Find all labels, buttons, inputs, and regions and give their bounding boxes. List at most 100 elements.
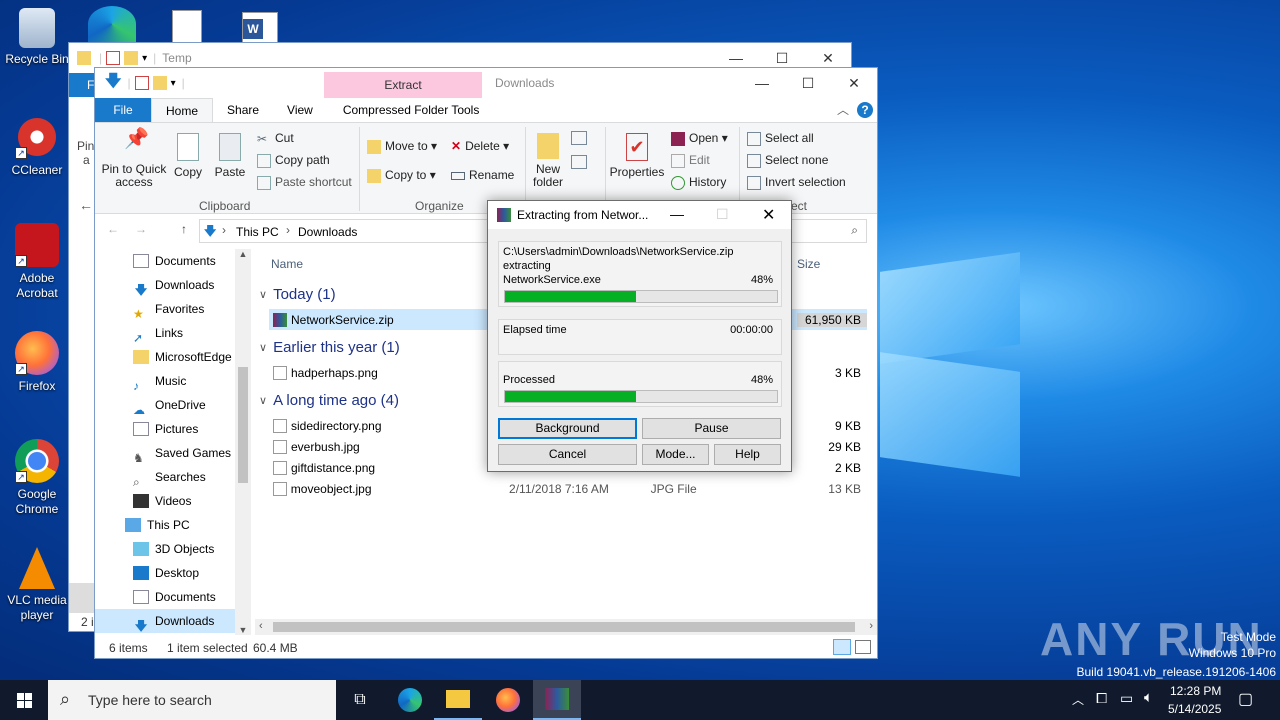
dialog-title-bar[interactable]: Extracting from Networ... — ☐ ✕ xyxy=(488,201,791,229)
start-button[interactable] xyxy=(0,680,48,720)
task-view-button[interactable]: ⧉ xyxy=(336,680,384,720)
minimize-button[interactable]: — xyxy=(670,206,684,222)
scrollbar[interactable] xyxy=(69,583,95,613)
extract-context-tab[interactable]: Extract xyxy=(324,72,482,98)
new-folder-button[interactable]: New folder xyxy=(531,133,565,189)
nav-documents-pc[interactable]: Documents xyxy=(95,585,251,609)
large-icons-view-icon[interactable] xyxy=(855,640,871,654)
nav-links[interactable]: ➚ Links xyxy=(95,321,251,345)
back-arrow-icon[interactable]: ← xyxy=(79,197,93,213)
extraction-dialog[interactable]: Extracting from Networ... — ☐ ✕ C:\Users… xyxy=(487,200,792,472)
edge-taskbar-button[interactable] xyxy=(386,680,434,720)
tab-compressed-folder-tools[interactable]: Compressed Folder Tools xyxy=(329,98,494,122)
firefox-taskbar-button[interactable] xyxy=(484,680,532,720)
scrollbar-thumb[interactable] xyxy=(238,367,248,483)
clock-time[interactable]: 12:28 PM xyxy=(1170,684,1221,698)
pin-to-quick-access-button[interactable]: 📌 Pin to Quick access xyxy=(101,129,167,189)
nav-3d-objects[interactable]: 3D Objects xyxy=(95,537,251,561)
breadcrumb-downloads[interactable]: Downloads xyxy=(298,225,357,239)
desktop-icon-firefox[interactable]: ↗ Firefox xyxy=(2,331,72,394)
maximize-button[interactable]: ☐ xyxy=(785,68,831,98)
tab-file[interactable]: File xyxy=(95,98,151,122)
help-icon[interactable]: ? xyxy=(857,102,873,118)
paste-shortcut-button[interactable]: Paste shortcut xyxy=(257,175,352,190)
desktop-icon-recycle-bin[interactable]: Recycle Bin xyxy=(2,8,72,67)
volume-icon[interactable]: 🔈︎ xyxy=(1144,689,1153,706)
rename-button[interactable]: Rename xyxy=(451,168,514,182)
mode-button[interactable]: Mode... xyxy=(642,444,709,465)
forward-arrow-icon[interactable]: → xyxy=(135,222,147,236)
title-bar[interactable]: 🡇 | ▾ | Extract Downloads — ☐ ✕ xyxy=(95,68,877,98)
easy-access-icon[interactable] xyxy=(571,155,587,169)
copy-path-button[interactable]: Copy path xyxy=(257,153,330,168)
up-arrow-icon[interactable]: ↑ xyxy=(181,222,187,236)
select-none-button[interactable]: Select none xyxy=(747,153,828,168)
group-header-today[interactable]: ∨ Today (1) xyxy=(259,281,336,307)
breadcrumb-this-pc[interactable]: This PC xyxy=(236,225,279,239)
nav-downloads[interactable]: 🡇 Downloads xyxy=(95,273,251,297)
nav-downloads-pc[interactable]: 🡇 Downloads xyxy=(95,609,251,633)
nav-favorites[interactable]: ★ Favorites xyxy=(95,297,251,321)
file-explorer-taskbar-button[interactable] xyxy=(434,680,482,720)
file-tab[interactable]: F xyxy=(69,73,95,97)
tab-view[interactable]: View xyxy=(273,98,327,122)
nav-documents[interactable]: Documents xyxy=(95,249,251,273)
chevron-up-icon[interactable]: ︿ xyxy=(1072,691,1084,708)
minimize-button[interactable]: — xyxy=(739,68,785,98)
nav-searches[interactable]: ⌕ Searches xyxy=(95,465,251,489)
nav-saved-games[interactable]: ♞ Saved Games xyxy=(95,441,251,465)
delete-button[interactable]: ✕ Delete ▾ xyxy=(451,139,509,153)
maximize-button[interactable]: ☐ xyxy=(716,206,729,223)
cancel-button[interactable]: Cancel xyxy=(498,444,637,465)
background-button[interactable]: Background xyxy=(498,418,637,439)
nav-this-pc[interactable]: This PC xyxy=(95,513,251,537)
select-all-button[interactable]: Select all xyxy=(747,131,814,146)
notification-icon[interactable]: ▢ xyxy=(1238,689,1253,709)
horizontal-scrollbar[interactable]: ‹ › xyxy=(255,619,877,635)
tab-home[interactable]: Home xyxy=(151,98,214,122)
network-wired-icon[interactable]: ▭ xyxy=(1120,690,1133,707)
close-button[interactable]: ✕ xyxy=(762,205,775,225)
group-header-earlier-this-year[interactable]: ∨ Earlier this year (1) xyxy=(259,334,400,360)
new-item-icon[interactable] xyxy=(571,131,587,145)
history-button[interactable]: History xyxy=(671,175,726,190)
image-file-desktop-icon[interactable] xyxy=(172,10,202,44)
search-icon[interactable]: ⌕ xyxy=(851,223,858,238)
desktop-icon-google-chrome[interactable]: ↗ Google Chrome xyxy=(2,439,72,517)
nav-desktop[interactable]: Desktop xyxy=(95,561,251,585)
nav-music[interactable]: ♪ Music xyxy=(95,369,251,393)
back-arrow-icon[interactable]: ← xyxy=(107,222,119,236)
copy-button[interactable]: Copy xyxy=(171,133,205,179)
column-name[interactable]: Name xyxy=(271,257,303,271)
desktop-icon-adobe-acrobat[interactable]: ↗ Adobe Acrobat xyxy=(2,223,72,301)
properties-button[interactable]: ✔ Properties xyxy=(609,133,665,179)
details-view-icon[interactable] xyxy=(833,639,851,655)
collapse-ribbon-icon[interactable]: ︿ xyxy=(837,98,857,122)
clock-date[interactable]: 5/14/2025 xyxy=(1168,702,1221,716)
nav-pictures[interactable]: Pictures xyxy=(95,417,251,441)
nav-scrollbar[interactable]: ▲ ▼ xyxy=(235,249,251,635)
group-header-a-long-time-ago[interactable]: ∨ A long time ago (4) xyxy=(259,387,399,413)
nav-videos[interactable]: Videos xyxy=(95,489,251,513)
scrollbar-thumb[interactable] xyxy=(273,622,855,632)
open-button[interactable]: Open ▾ xyxy=(671,131,728,146)
copy-to-button[interactable]: Copy to ▾ xyxy=(367,168,436,183)
word-desktop-icon[interactable]: W xyxy=(242,12,278,44)
pause-button[interactable]: Pause xyxy=(642,418,781,439)
edit-button[interactable]: Edit xyxy=(671,153,710,168)
column-size[interactable]: Size xyxy=(797,257,820,271)
network-icon[interactable]: ⧠ xyxy=(1096,690,1107,707)
invert-selection-button[interactable]: Invert selection xyxy=(747,175,846,190)
desktop-icon-vlc[interactable]: VLC media player xyxy=(2,547,72,623)
nav-onedrive[interactable]: ☁ OneDrive xyxy=(95,393,251,417)
desktop-icon-ccleaner[interactable]: ↗ CCleaner xyxy=(2,115,72,178)
file-row[interactable]: moveobject.jpg 2/11/2018 7:16 AM JPG Fil… xyxy=(269,478,867,499)
taskbar-search-box[interactable]: ⌕ Type here to search xyxy=(48,680,336,720)
winrar-taskbar-button[interactable] xyxy=(533,680,581,720)
nav-microsoftedge[interactable]: MicrosoftEdge xyxy=(95,345,251,369)
cut-button[interactable]: ✂ Cut xyxy=(257,131,294,146)
edge-desktop-icon[interactable] xyxy=(88,6,136,42)
paste-button[interactable]: Paste xyxy=(213,133,247,179)
close-button[interactable]: ✕ xyxy=(831,68,877,98)
move-to-button[interactable]: Move to ▾ xyxy=(367,139,437,154)
